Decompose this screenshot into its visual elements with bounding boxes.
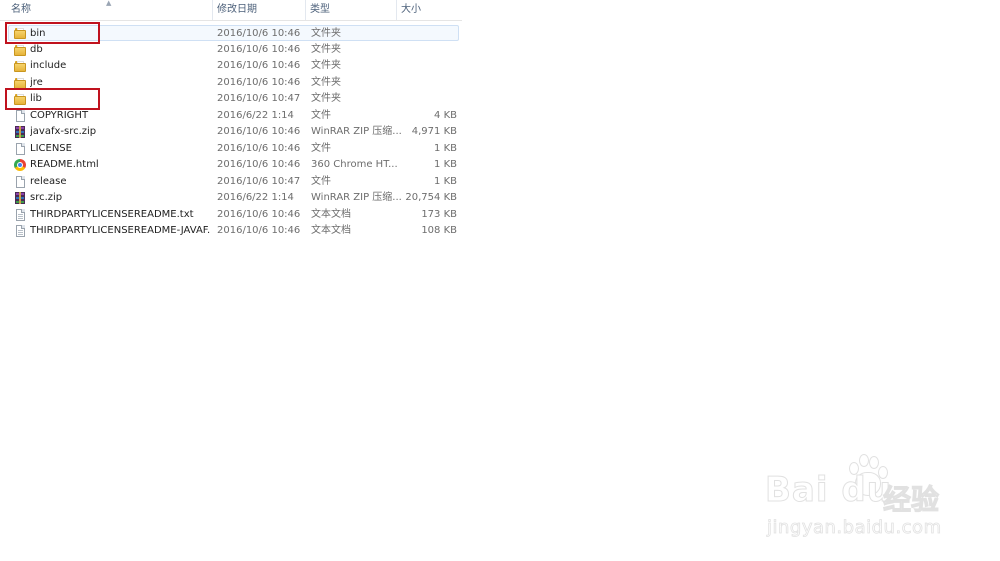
file-icon (14, 175, 26, 188)
file-date-modified: 2016/10/6 10:46 (217, 142, 301, 154)
file-size: 108 KB (421, 225, 457, 236)
file-type: 文件 (311, 109, 331, 121)
file-date-modified: 2016/10/6 10:47 (217, 175, 301, 187)
file-name: LICENSE (30, 142, 72, 154)
column-header-date[interactable]: 修改日期 (212, 0, 305, 20)
file-row[interactable]: THIRDPARTYLICENSEREADME.txt 2016/10/6 10:… (0, 207, 462, 223)
file-name: release (30, 175, 67, 187)
file-date-modified: 2016/6/22 1:14 (217, 109, 294, 121)
file-size: 4,971 KB (411, 126, 457, 137)
file-type: WinRAR ZIP 压缩... (311, 192, 401, 203)
file-type: 文件夹 (311, 93, 341, 104)
file-icon (14, 109, 26, 122)
file-size: 1 KB (434, 142, 457, 154)
file-size: 4 KB (434, 109, 457, 121)
file-name: src.zip (30, 192, 63, 203)
file-row[interactable]: LICENSE 2016/10/6 10:46 文件 1 KB (0, 141, 462, 157)
file-date-modified: 2016/10/6 10:46 (217, 208, 301, 220)
highlight-box-lib (5, 88, 100, 110)
file-date-modified: 2016/10/6 10:47 (217, 93, 301, 104)
file-size: 173 KB (421, 208, 457, 220)
watermark-cn: 经验 (882, 483, 940, 517)
file-name: javafx-src.zip (30, 126, 97, 137)
file-explorer: 名称 ▲ 修改日期 类型 大小 bin 2016/10/6 10:46 文件夹 db 2… (0, 0, 1000, 561)
file-date-modified: 2016/10/6 10:46 (217, 43, 301, 55)
file-size (400, 42, 457, 58)
file-size: 1 KB (434, 159, 457, 170)
file-type: 文件夹 (311, 60, 341, 71)
file-type: 文件 (311, 175, 331, 187)
file-type: 文件夹 (311, 76, 341, 88)
sort-arrow-icon: ▲ (106, 0, 112, 7)
column-header-size[interactable]: 大小 (396, 0, 462, 20)
file-type: 文件 (311, 142, 331, 154)
file-type: 文本文档 (311, 208, 351, 220)
file-type: 文件夹 (311, 43, 341, 55)
highlight-box-bin (5, 22, 100, 44)
winrar-zip-icon (14, 126, 26, 138)
file-name: THIRDPARTYLICENSEREADME.txt (30, 208, 194, 220)
file-size (400, 26, 457, 42)
chrome-html-icon (14, 159, 26, 171)
file-date-modified: 2016/10/6 10:46 (217, 159, 301, 170)
file-type: WinRAR ZIP 压缩... (311, 126, 401, 137)
file-size: 1 KB (434, 175, 457, 187)
watermark-url: jingyan.baidu.com (767, 517, 942, 539)
file-date-modified: 2016/10/6 10:46 (217, 28, 301, 39)
file-size: 20,754 KB (405, 192, 457, 203)
folder-icon (14, 44, 26, 56)
winrar-zip-icon (14, 192, 26, 204)
folder-icon (14, 60, 26, 72)
folder-icon (14, 77, 26, 89)
file-type: 文件夹 (311, 28, 341, 39)
file-row[interactable]: src.zip 2016/6/22 1:14 WinRAR ZIP 压缩... 20,… (0, 190, 462, 206)
file-date-modified: 2016/10/6 10:46 (217, 60, 301, 71)
column-header-type[interactable]: 类型 (305, 0, 396, 20)
file-date-modified: 2016/10/6 10:46 (217, 225, 301, 236)
file-type: 文本文档 (311, 225, 351, 236)
text-document-icon (14, 208, 26, 221)
file-size (400, 75, 457, 91)
file-row[interactable]: javafx-src.zip 2016/10/6 10:46 WinRAR ZIP … (0, 124, 462, 140)
watermark-brand: Bai du (765, 470, 892, 511)
baidu-jingyan-watermark: Bai du 经验 jingyan.baidu.com (765, 454, 955, 548)
file-date-modified: 2016/6/22 1:14 (217, 192, 294, 203)
file-name: README.html (30, 159, 99, 170)
file-type: 360 Chrome HT... (311, 159, 398, 170)
file-date-modified: 2016/10/6 10:46 (217, 76, 301, 88)
file-size (400, 58, 457, 74)
file-row[interactable]: README.html 2016/10/6 10:46 360 Chrome HT.… (0, 157, 462, 173)
file-date-modified: 2016/10/6 10:46 (217, 126, 301, 137)
column-header-row: 名称 ▲ 修改日期 类型 大小 (0, 0, 462, 21)
folder-row[interactable]: include 2016/10/6 10:46 文件夹 (0, 58, 462, 74)
file-name: include (30, 60, 67, 71)
file-icon (14, 142, 26, 155)
file-row[interactable]: release 2016/10/6 10:47 文件 1 KB (0, 174, 462, 190)
file-size (400, 91, 457, 107)
file-name: THIRDPARTYLICENSEREADME-JAVAF... (30, 225, 210, 236)
file-row[interactable]: THIRDPARTYLICENSEREADME-JAVAF... 2016/10/… (0, 223, 462, 239)
text-document-icon (14, 225, 26, 237)
